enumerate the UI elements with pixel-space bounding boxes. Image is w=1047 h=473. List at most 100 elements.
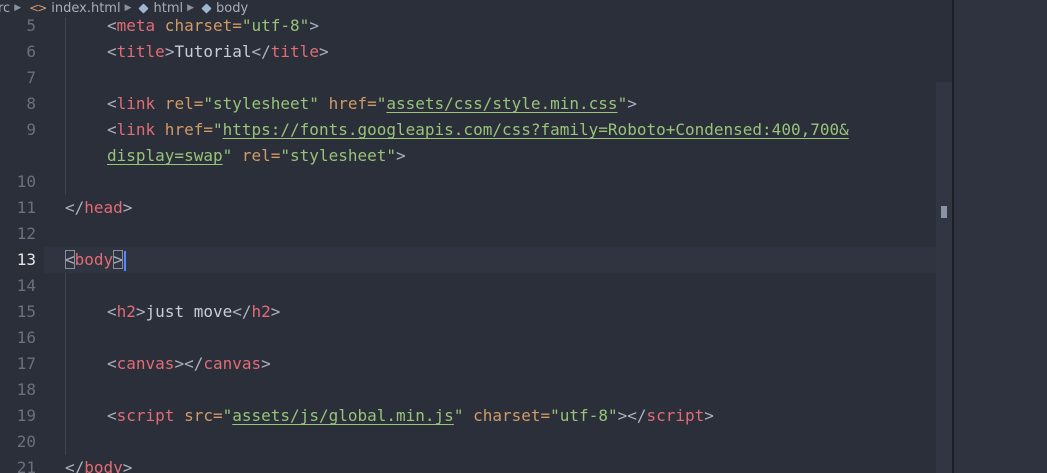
text-cursor: [123, 250, 126, 271]
code-token: href=: [155, 120, 213, 139]
code-token: ": [222, 146, 233, 165]
line-number: 6: [26, 42, 36, 61]
breadcrumb-item-body[interactable]: body: [201, 0, 249, 17]
chevron-right-icon: ▶: [14, 3, 22, 13]
code-token: <: [107, 302, 117, 321]
code-token: link: [116, 120, 156, 139]
code-link[interactable]: display=swap: [107, 146, 223, 165]
line-number: 7: [26, 68, 36, 87]
code-token: body: [84, 458, 123, 473]
line-number: 19: [16, 406, 36, 425]
code-token: link: [116, 94, 156, 113]
code-token: </: [65, 198, 85, 217]
cube-icon: [138, 3, 150, 14]
code-token: ></: [617, 406, 647, 425]
line-number: 20: [16, 432, 36, 451]
code-token: >: [309, 17, 319, 35]
code-token: ": [617, 94, 628, 113]
vertical-scrollbar[interactable]: [936, 82, 952, 473]
code-token: <: [107, 42, 117, 61]
code-token: >: [627, 94, 637, 113]
code-line-6: <title>Tutorial</title>: [107, 39, 329, 65]
chevron-right-icon: ▶: [187, 3, 195, 13]
code-link[interactable]: https://fonts.googleapis.com/css?family=…: [223, 120, 849, 139]
code-line-5: <meta charset="utf-8">: [107, 17, 319, 39]
code-token: meta: [116, 17, 156, 35]
code-line-9-wrap: display=swap" rel="stylesheet">: [107, 143, 406, 169]
scrollbar-position-marker[interactable]: [941, 206, 947, 218]
code-token: ": [453, 406, 464, 425]
code-token: </: [65, 458, 85, 473]
line-number-gutter: 5 6 7 8 9 10 11 12 13 14 15 16 17 18 19 …: [0, 17, 44, 473]
code-token: src=: [174, 406, 223, 425]
code-token: >: [122, 458, 133, 473]
code-token: ": [212, 120, 223, 139]
code-token: script: [116, 406, 175, 425]
code-editor[interactable]: 5 6 7 8 9 10 11 12 13 14 15 16 17 18 19 …: [0, 17, 952, 473]
line-number: 11: [16, 198, 36, 217]
code-link[interactable]: assets/css/style.min.css: [386, 94, 617, 113]
code-line-21: </body>: [65, 455, 132, 473]
code-token: canvas: [116, 354, 175, 373]
code-token: canvas: [203, 354, 262, 373]
code-token: rel=: [155, 94, 204, 113]
breadcrumb-label: rc: [0, 1, 11, 16]
line-number: 15: [16, 302, 36, 321]
code-token: </: [232, 302, 252, 321]
code-token: ": [376, 94, 387, 113]
side-panel: [954, 0, 1047, 473]
cube-icon: [201, 3, 212, 14]
code-line-17: <canvas></canvas>: [107, 351, 271, 377]
code-token: <: [107, 354, 117, 373]
chevron-right-icon: ▶: [124, 3, 132, 13]
code-token: <: [107, 17, 117, 35]
code-token: >: [122, 198, 133, 217]
current-line-highlight: [44, 247, 936, 273]
code-token: body: [74, 250, 114, 269]
line-number: 8: [26, 94, 36, 113]
breadcrumb: rc ▶ <> index.html ▶ html ▶ body: [0, 0, 952, 17]
line-number: 14: [16, 276, 36, 295]
line-number: 12: [16, 224, 36, 243]
code-link[interactable]: assets/js/global.min.js: [232, 406, 454, 425]
code-token: href=: [318, 94, 377, 113]
code-token: >: [261, 354, 271, 373]
code-line-9: <link href="https://fonts.googleapis.com…: [107, 117, 849, 143]
line-number: 5: [26, 17, 36, 35]
code-token: title: [270, 42, 319, 61]
code-token: <: [65, 250, 75, 269]
breadcrumb-item-html[interactable]: html: [138, 0, 184, 17]
indent-guide: [65, 17, 66, 195]
code-line-8: <link rel="stylesheet" href="assets/css/…: [107, 91, 637, 117]
line-number: 9: [26, 120, 36, 139]
code-token: >: [164, 42, 175, 61]
code-token: </: [251, 42, 271, 61]
code-token: title: [116, 42, 165, 61]
code-token: "utf-8": [550, 406, 618, 425]
code-token: ": [222, 406, 233, 425]
code-token: >: [396, 146, 406, 165]
code-token: Tutorial: [174, 42, 252, 61]
breadcrumb-label: body: [216, 1, 249, 16]
code-token: h2: [116, 302, 136, 321]
line-number: 16: [16, 328, 36, 347]
code-token: >: [135, 302, 146, 321]
code-token: rel=: [232, 146, 281, 165]
code-token: >: [270, 302, 281, 321]
code-token: >: [113, 250, 123, 269]
breadcrumb-item-src[interactable]: rc: [0, 0, 10, 17]
code-line-11: </head>: [65, 195, 132, 221]
code-token: <: [107, 94, 117, 113]
line-number: 18: [16, 380, 36, 399]
html-tag-icon: <>: [29, 1, 47, 15]
code-token: ></: [174, 354, 204, 373]
code-token: just move: [145, 302, 233, 321]
code-token: h2: [251, 302, 271, 321]
code-token: script: [646, 406, 705, 425]
breadcrumb-item-index-html[interactable]: <> index.html: [29, 0, 120, 17]
breadcrumb-label: html: [153, 1, 184, 16]
code-token: charset=: [155, 17, 242, 35]
line-number: 21: [16, 458, 36, 473]
code-token: "stylesheet": [280, 146, 396, 165]
code-line-19: <script src="assets/js/global.min.js" ch…: [107, 403, 714, 429]
